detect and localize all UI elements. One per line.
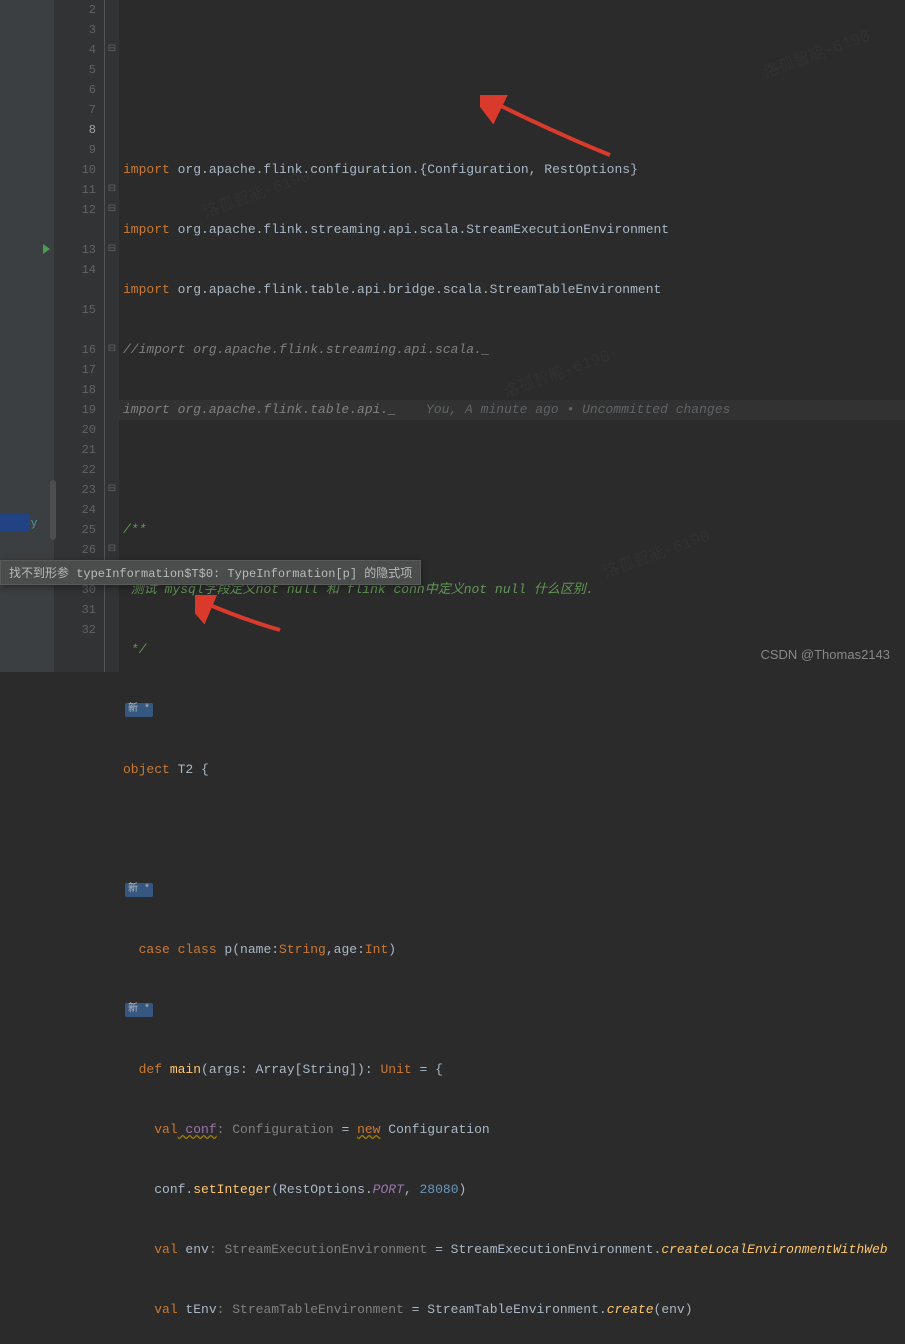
code-line bbox=[119, 820, 905, 840]
code-line: /** bbox=[119, 520, 905, 540]
code-line: case class p(name:String,age:Int) bbox=[119, 940, 905, 960]
csdn-watermark: CSDN @Thomas2143 bbox=[760, 647, 890, 662]
git-lens: You, A minute ago • Uncommitted changes bbox=[426, 402, 730, 417]
code-line-current: import org.apache.flink.table.api._You, … bbox=[119, 400, 905, 420]
code-line: val env: StreamExecutionEnvironment = St… bbox=[119, 1240, 905, 1260]
code-line: import org.apache.flink.table.api.bridge… bbox=[119, 280, 905, 300]
code-line: 新 * bbox=[119, 700, 905, 720]
code-line: val tEnv: StreamTableEnvironment = Strea… bbox=[119, 1300, 905, 1320]
error-tooltip: 找不到形参 typeInformation$T$0: TypeInformati… bbox=[0, 560, 421, 585]
code-line: import org.apache.flink.streaming.api.sc… bbox=[119, 220, 905, 240]
code-line: conf.setInteger(RestOptions.PORT, 28080) bbox=[119, 1180, 905, 1200]
code-line bbox=[119, 460, 905, 480]
code-line: import org.apache.flink.configuration.{C… bbox=[119, 160, 905, 180]
code-line: def main(args: Array[String]): Unit = { bbox=[119, 1060, 905, 1080]
code-line: object T2 { bbox=[119, 760, 905, 780]
code-line: 新 * bbox=[119, 880, 905, 900]
code-line: 新 * bbox=[119, 1000, 905, 1020]
vcs-change-badge: 新 * bbox=[125, 883, 153, 897]
vcs-change-badge: 新 * bbox=[125, 1003, 153, 1017]
code-line bbox=[119, 40, 905, 60]
selection-indicator bbox=[0, 514, 30, 532]
code-line: val conf: Configuration = new Configurat… bbox=[119, 1120, 905, 1140]
code-line: //import org.apache.flink.streaming.api.… bbox=[119, 340, 905, 360]
code-line bbox=[119, 100, 905, 120]
vcs-change-badge: 新 * bbox=[125, 703, 153, 717]
